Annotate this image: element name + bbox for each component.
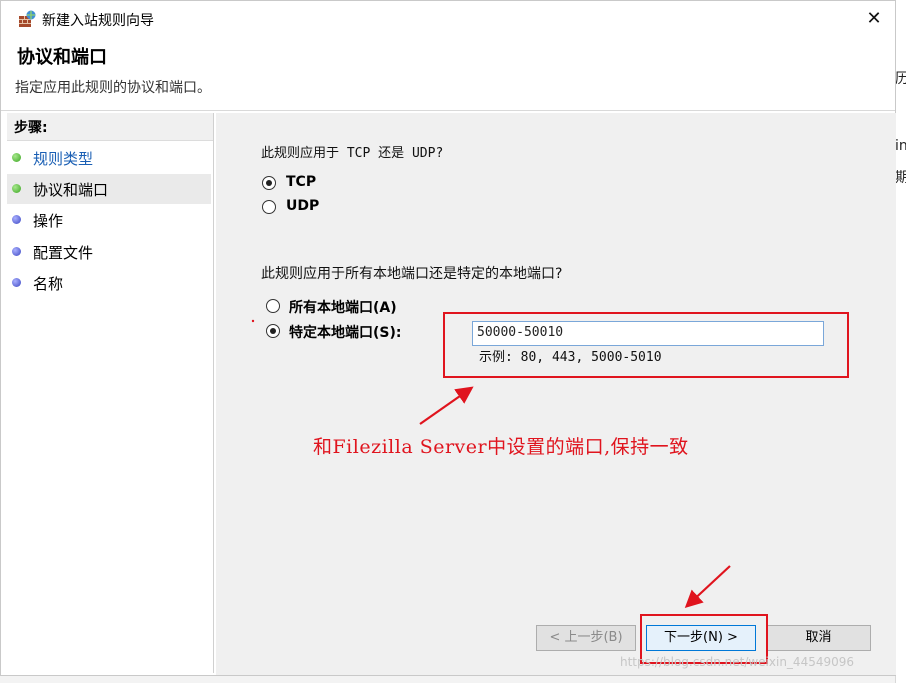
main-content: 此规则应用于 TCP 还是 UDP? TCP UDP 此规则应用于所有本地端口还… [216, 113, 896, 675]
steps-heading: 步骤: [7, 113, 213, 141]
step-label: 协议和端口 [33, 181, 109, 199]
watermark: https://blog.csdn.net/weixin_44549096 [620, 655, 855, 669]
background-fragment: in [895, 138, 906, 154]
udp-radio[interactable] [262, 200, 276, 214]
window-title: 新建入站规则向导 [42, 13, 154, 29]
tcp-label[interactable]: TCP [286, 174, 316, 190]
step-label: 配置文件 [33, 244, 94, 262]
step-pending-icon [12, 247, 21, 256]
specific-ports-radio[interactable] [266, 324, 280, 338]
page-description: 指定应用此规则的协议和端口。 [15, 80, 211, 96]
all-ports-radio[interactable] [266, 299, 280, 313]
step-pending-icon [12, 278, 21, 287]
step-complete-icon [12, 153, 21, 162]
protocol-question: 此规则应用于 TCP 还是 UDP? [261, 146, 444, 161]
step-protocol-ports[interactable]: 协议和端口 [7, 174, 211, 204]
back-button[interactable]: < 上一步(B) [536, 625, 636, 651]
all-ports-label[interactable]: 所有本地端口(A) [289, 297, 397, 317]
step-profile: 配置文件 [7, 237, 211, 267]
ports-question: 此规则应用于所有本地端口还是特定的本地端口? [261, 266, 563, 282]
step-label: 规则类型 [33, 150, 94, 168]
background-fragment: 期 [895, 170, 906, 186]
udp-label[interactable]: UDP [286, 198, 319, 214]
tcp-radio[interactable] [262, 176, 276, 190]
close-button[interactable]: ✕ [853, 1, 895, 37]
step-label: 操作 [33, 212, 64, 230]
step-current-icon [12, 184, 21, 193]
port-highlight-box [443, 312, 849, 378]
page-title: 协议和端口 [17, 47, 107, 68]
annotation-text: 和Filezilla Server中设置的端口,保持一致 [313, 436, 689, 458]
steps-panel: 步骤: 规则类型 协议和端口 操作 配置文件 名称 [7, 113, 214, 673]
page-header: 协议和端口 指定应用此规则的协议和端口。 [1, 37, 895, 111]
cancel-button[interactable]: 取消 [766, 625, 871, 651]
step-rule-type[interactable]: 规则类型 [7, 143, 211, 173]
specific-ports-label[interactable]: 特定本地端口(S): [289, 322, 401, 342]
step-action: 操作 [7, 205, 211, 235]
title-bar: 新建入站规则向导 ✕ [1, 1, 895, 37]
background-fragment: 历 [895, 71, 906, 87]
firewall-icon [19, 10, 36, 27]
step-label: 名称 [33, 275, 64, 293]
step-pending-icon [12, 215, 21, 224]
close-icon: ✕ [866, 8, 882, 29]
step-name: 名称 [7, 268, 211, 298]
background-window-edge: 历 in 期 [895, 0, 906, 683]
